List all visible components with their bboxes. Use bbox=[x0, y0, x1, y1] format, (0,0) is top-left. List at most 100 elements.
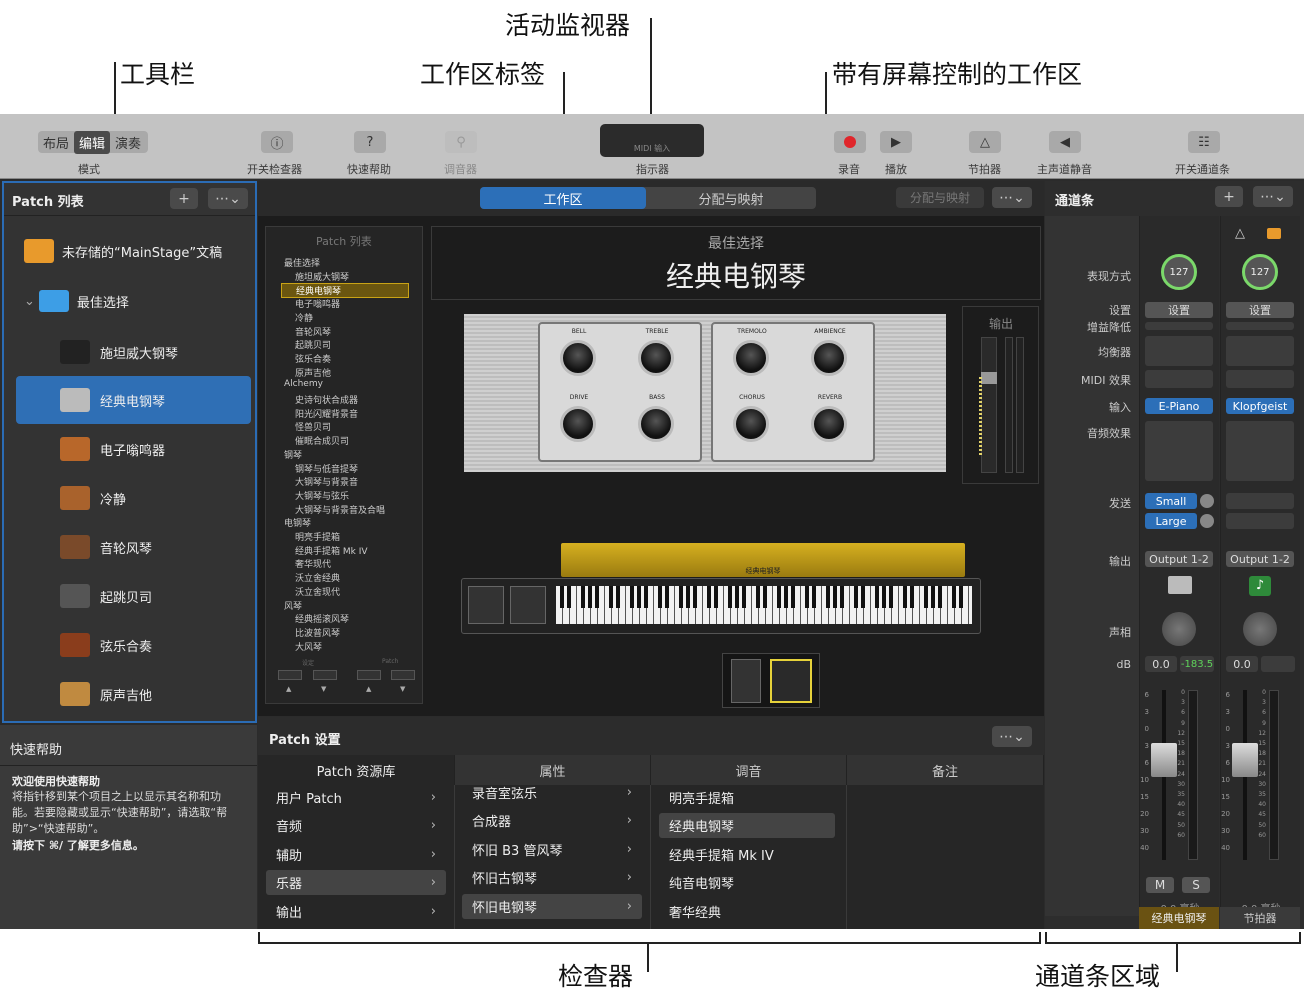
master-mute-button[interactable]: ◀ bbox=[1049, 131, 1081, 153]
drive-knob[interactable] bbox=[560, 406, 596, 442]
send-slot[interactable] bbox=[1226, 493, 1294, 509]
list-patch-item[interactable]: 经典摇滚风琴 bbox=[295, 612, 349, 625]
solo-button[interactable]: S bbox=[1182, 877, 1210, 893]
mode-edit-button[interactable]: 编辑 bbox=[74, 130, 110, 154]
list-patch-item[interactable]: 大钢琴与弦乐 bbox=[295, 489, 349, 502]
patch-item[interactable]: 原声吉他 bbox=[16, 670, 251, 718]
add-channel-strip-button[interactable]: + bbox=[1215, 186, 1243, 207]
list-patch-item[interactable]: 原声吉他 bbox=[295, 366, 331, 379]
list-patch-item[interactable]: 催眠合成贝司 bbox=[295, 434, 349, 447]
list-patch-item[interactable]: 沃立舍现代 bbox=[295, 585, 340, 598]
list-patch-item[interactable]: 弦乐合奏 bbox=[295, 352, 331, 365]
piano-keyboard[interactable] bbox=[556, 586, 972, 624]
audio-fx-slot[interactable] bbox=[1145, 421, 1213, 481]
library-item[interactable]: 输出 › bbox=[266, 899, 446, 924]
bell-knob[interactable] bbox=[560, 340, 596, 376]
set-item[interactable]: ⌄ 最佳选择 bbox=[24, 277, 259, 325]
patch-list-action-button[interactable]: ⋯⌄ bbox=[208, 188, 248, 209]
inspector-action-button[interactable]: ⋯⌄ bbox=[992, 726, 1032, 747]
inspector-toggle-button[interactable]: ⓘ bbox=[261, 131, 293, 153]
channel-strip-1-name[interactable]: 经典电钢琴 bbox=[1139, 907, 1219, 929]
patch-item-selected[interactable]: 经典电钢琴 bbox=[16, 376, 251, 424]
concert-item[interactable]: 未存储的“MainStage”文稿 bbox=[24, 227, 259, 275]
list-patch-item[interactable]: 怪兽贝司 bbox=[295, 420, 331, 433]
chorus-knob[interactable] bbox=[733, 406, 769, 442]
bass-knob[interactable] bbox=[638, 406, 674, 442]
midi-fx-slot[interactable] bbox=[1226, 370, 1294, 388]
patch-item[interactable]: 音轮风琴 bbox=[16, 523, 251, 571]
list-patch-item[interactable]: 奢华现代 bbox=[295, 557, 331, 570]
add-patch-button[interactable]: + bbox=[170, 188, 198, 209]
tab-workspace[interactable]: 工作区 bbox=[480, 187, 646, 209]
send-small-knob[interactable] bbox=[1200, 494, 1214, 508]
next-set-button[interactable] bbox=[313, 670, 337, 680]
list-patch-item[interactable]: 电子嗡鸣器 bbox=[295, 297, 340, 310]
channel-strips-toggle-button[interactable]: ☷ bbox=[1188, 131, 1220, 153]
list-patch-item[interactable]: 大钢琴与背景音 bbox=[295, 475, 358, 488]
list-patch-item[interactable]: 明亮手提箱 bbox=[295, 530, 340, 543]
quick-help-button[interactable]: ? bbox=[354, 131, 386, 153]
list-patch-item[interactable]: 大钢琴与背景音及合唱 bbox=[295, 503, 385, 516]
setting-button[interactable]: 设置 bbox=[1226, 302, 1294, 318]
pan-knob[interactable] bbox=[1243, 612, 1277, 646]
record-button[interactable] bbox=[834, 131, 866, 153]
list-patch-item[interactable]: 起跳贝司 bbox=[295, 338, 331, 351]
list-patch-item[interactable]: 经典手提箱 Mk IV bbox=[295, 544, 368, 557]
tone-item-selected[interactable]: 经典电钢琴 bbox=[659, 813, 835, 838]
patch-item[interactable]: 电子嗡鸣器 bbox=[16, 425, 251, 473]
attribute-item[interactable]: 合成器 › bbox=[462, 808, 642, 833]
tuner-button[interactable]: ⚲ bbox=[445, 131, 477, 153]
patch-item[interactable]: 施坦威大钢琴 bbox=[16, 328, 251, 376]
list-patch-item[interactable]: 大风琴 bbox=[295, 640, 322, 653]
midi-fx-slot[interactable] bbox=[1145, 370, 1213, 388]
prev-set-button[interactable] bbox=[278, 670, 302, 680]
reverb-knob[interactable] bbox=[811, 406, 847, 442]
tab-assignments[interactable]: 分配与映射 bbox=[646, 187, 816, 209]
prev-patch-button[interactable] bbox=[357, 670, 381, 680]
list-patch-item[interactable]: 钢琴与低音提琴 bbox=[295, 462, 358, 475]
ambience-knob[interactable] bbox=[811, 340, 847, 376]
tone-item[interactable]: 经典手提箱 Mk IV bbox=[659, 842, 835, 867]
output-slot[interactable]: Output 1-2 bbox=[1226, 551, 1294, 567]
workspace-action-button[interactable]: ⋯⌄ bbox=[992, 187, 1032, 208]
send-large[interactable]: Large bbox=[1145, 513, 1197, 529]
input-instrument-slot[interactable]: Klopfgeist bbox=[1226, 398, 1294, 414]
patch-item[interactable]: 冷静 bbox=[16, 474, 251, 522]
mute-button[interactable]: M bbox=[1146, 877, 1174, 893]
setting-button[interactable]: 设置 bbox=[1145, 302, 1213, 318]
pan-knob[interactable] bbox=[1162, 612, 1196, 646]
audio-fx-slot[interactable] bbox=[1226, 421, 1294, 481]
next-patch-button[interactable] bbox=[391, 670, 415, 680]
library-item-selected[interactable]: 乐器 › bbox=[266, 870, 446, 895]
mode-perform-button[interactable]: 演奏 bbox=[110, 133, 146, 152]
output-fader[interactable] bbox=[981, 337, 997, 473]
list-patch-item[interactable]: 史诗句状合成器 bbox=[295, 393, 358, 406]
expression-pedal[interactable] bbox=[731, 659, 761, 703]
metronome-button[interactable]: △ bbox=[969, 131, 1001, 153]
send-slot[interactable] bbox=[1226, 513, 1294, 529]
attribute-item-selected[interactable]: 怀旧电钢琴 › bbox=[462, 894, 642, 919]
list-patch-item[interactable]: 阳光闪耀背景音 bbox=[295, 407, 358, 420]
tone-item[interactable]: 明亮手提箱 bbox=[659, 785, 835, 810]
gain-knob[interactable]: 127 bbox=[1242, 254, 1278, 290]
eq-thumbnail[interactable] bbox=[1226, 336, 1294, 366]
tone-item[interactable]: 奢华经典 bbox=[659, 899, 835, 924]
channel-strip-action-button[interactable]: ⋯⌄ bbox=[1253, 186, 1293, 207]
send-small[interactable]: Small bbox=[1145, 493, 1197, 509]
pitch-bend-wheel[interactable] bbox=[468, 586, 504, 624]
patch-item[interactable]: 弦乐合奏 bbox=[16, 621, 251, 669]
attribute-item[interactable]: 怀旧古钢琴 › bbox=[462, 865, 642, 890]
library-item[interactable]: 音频 › bbox=[266, 813, 446, 838]
sustain-pedal[interactable] bbox=[770, 659, 812, 703]
output-slot[interactable]: Output 1-2 bbox=[1145, 551, 1213, 567]
input-instrument-slot[interactable]: E-Piano bbox=[1145, 398, 1213, 414]
mode-layout-button[interactable]: 布局 bbox=[38, 133, 74, 152]
list-patch-item[interactable]: 冷静 bbox=[295, 311, 313, 324]
mod-wheel[interactable] bbox=[510, 586, 546, 624]
output-fader-cap[interactable] bbox=[981, 372, 997, 384]
assignments-button[interactable]: 分配与映射 bbox=[896, 187, 984, 208]
list-patch-item[interactable]: 施坦威大钢琴 bbox=[295, 270, 349, 283]
attribute-item[interactable]: 录音室弦乐 › bbox=[462, 780, 642, 805]
play-button[interactable]: ▶ bbox=[880, 131, 912, 153]
tremolo-knob[interactable] bbox=[733, 340, 769, 376]
